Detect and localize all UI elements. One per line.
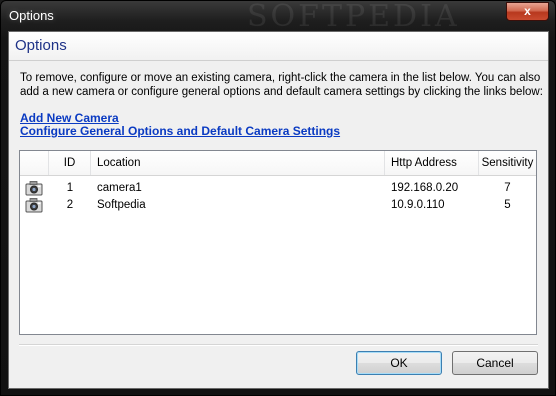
- column-header-id[interactable]: ID: [49, 151, 91, 175]
- row-http-address: 192.168.0.20: [391, 182, 459, 194]
- column-header-location[interactable]: Location: [91, 151, 385, 175]
- column-header-icon[interactable]: [20, 151, 49, 175]
- row-http-address: 10.9.0.110: [391, 199, 445, 211]
- title-bar[interactable]: Options SOFTPEDIA x: [1, 0, 555, 34]
- header-panel: Options: [9, 32, 548, 61]
- camera-list[interactable]: ID Location Http Address Sensitivity 1 c…: [19, 150, 537, 335]
- divider: [19, 344, 538, 346]
- add-new-camera-link[interactable]: Add New Camera: [20, 111, 119, 125]
- configure-options-link[interactable]: Configure General Options and Default Ca…: [20, 124, 340, 138]
- table-row[interactable]: 1 camera1 192.168.0.20 7: [20, 179, 536, 197]
- column-header-sensitivity[interactable]: Sensitivity: [479, 151, 536, 175]
- row-location: Softpedia: [97, 199, 146, 211]
- client-area: Options To remove, configure or move an …: [8, 31, 549, 389]
- cancel-button[interactable]: Cancel: [452, 351, 538, 375]
- table-row[interactable]: 2 Softpedia 10.9.0.110 5: [20, 196, 536, 214]
- camera-icon: [25, 198, 43, 213]
- ok-button[interactable]: OK: [356, 351, 442, 375]
- row-sensitivity: 7: [504, 182, 511, 194]
- close-button[interactable]: x: [506, 2, 549, 21]
- page-title: Options: [15, 37, 67, 54]
- camera-icon: [25, 181, 43, 196]
- window-title: Options: [9, 8, 54, 23]
- instructions-text: To remove, configure or move an existing…: [20, 72, 543, 98]
- list-header: ID Location Http Address Sensitivity: [20, 151, 536, 176]
- row-id: 2: [66, 199, 74, 211]
- close-icon: x: [524, 4, 531, 18]
- row-id: 1: [66, 182, 74, 194]
- options-window: Options SOFTPEDIA x Options To remove, c…: [0, 0, 556, 396]
- softpedia-watermark: SOFTPEDIA: [247, 0, 460, 34]
- row-sensitivity: 5: [504, 199, 511, 211]
- row-location: camera1: [97, 182, 142, 194]
- column-header-http-address[interactable]: Http Address: [385, 151, 479, 175]
